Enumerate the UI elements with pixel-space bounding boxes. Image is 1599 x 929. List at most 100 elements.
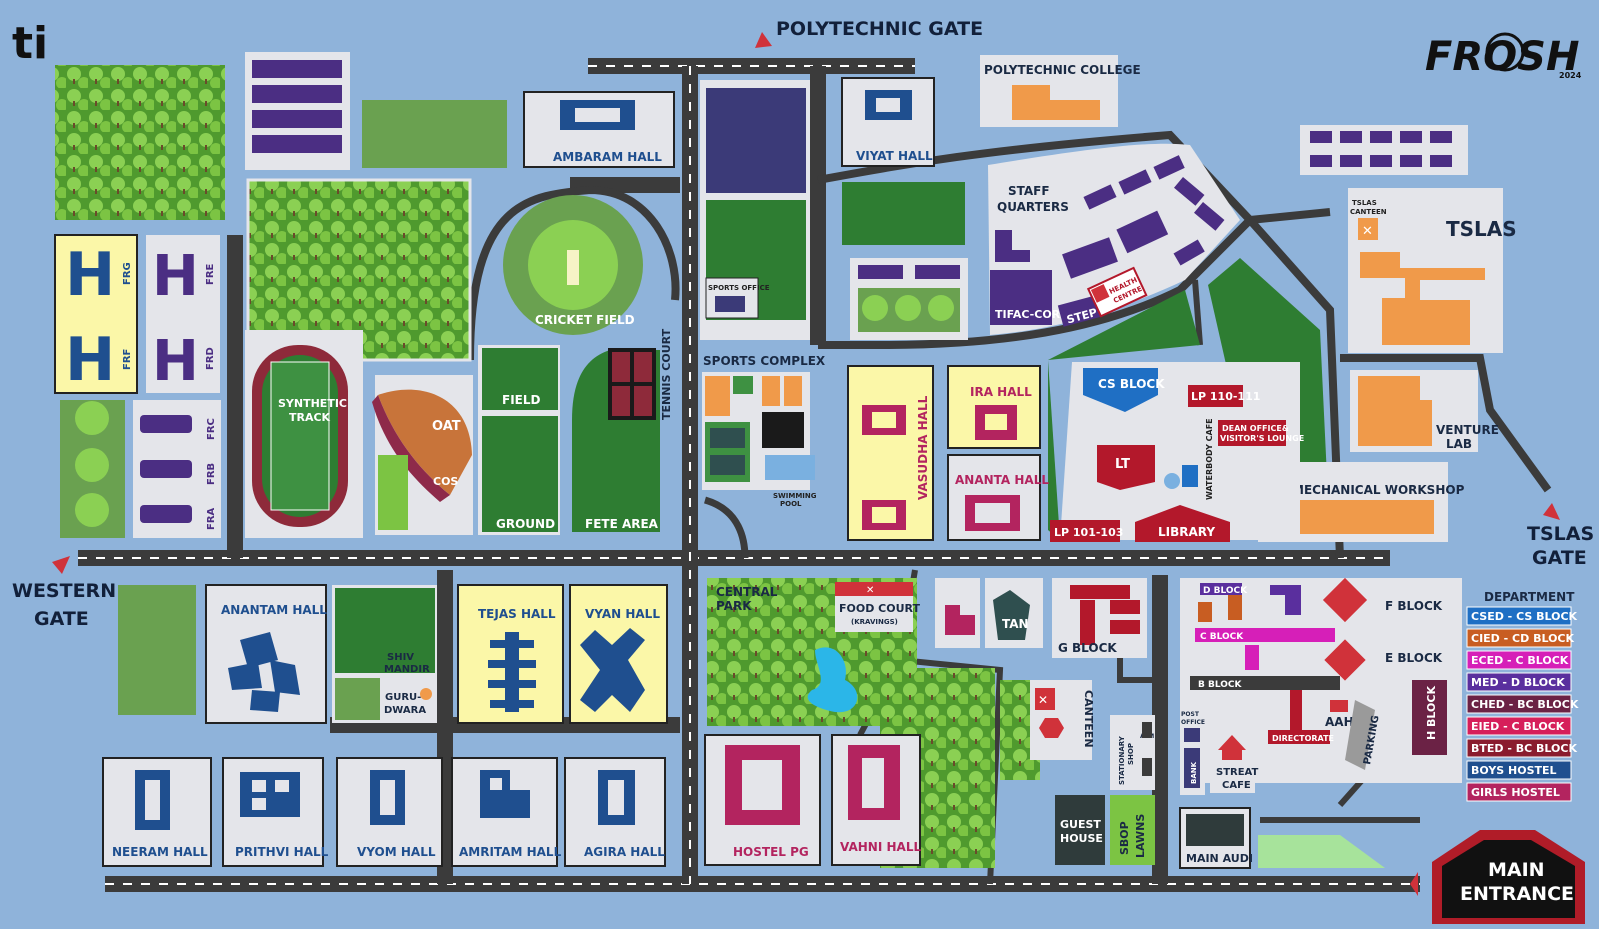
post-office-label-1: POST: [1181, 711, 1200, 718]
hostel-frd-icon: H: [152, 329, 199, 394]
academic-core: CS BLOCK LP 110-111 DEAN OFFICE& VISITOR…: [1050, 362, 1304, 542]
viyat-hall-label: VIYAT HALL: [856, 149, 933, 163]
staff-quarters: STAFF QUARTERS TIFAC-CORE STEP HEALTH CE…: [988, 143, 1240, 335]
tennis-court: TENNIS COURT: [608, 328, 673, 420]
legend: DEPARTMENT CSED - CS BLOCK CIED - CD BLOC…: [1466, 590, 1579, 802]
swimming-pool-label-1: SWIMMING: [773, 492, 817, 500]
legend-item: CSED - CS BLOCK: [1466, 606, 1578, 626]
lp-101-label: LP 101-103: [1054, 526, 1123, 539]
legend-item: GIRLS HOSTEL: [1466, 782, 1572, 802]
central-park-label-1: CENTRAL: [716, 585, 778, 599]
guest-house-label-1: GUEST: [1060, 818, 1101, 831]
legend-label: GIRLS HOSTEL: [1471, 786, 1560, 799]
shiv-mandir-label-1: SHIV: [387, 652, 414, 663]
guest-house: GUEST HOUSE: [1055, 795, 1105, 865]
kravings-label: (KRAVINGS): [851, 618, 898, 626]
hostel-pg-label: HOSTEL PG: [733, 845, 809, 859]
legend-label: BTED - BC BLOCK: [1471, 742, 1577, 755]
sbop-lawns: SBOP LAWNS: [1110, 795, 1155, 865]
vyom-hall-label: VYOM HALL: [357, 845, 436, 859]
fork-knife-icon: ✕: [1038, 693, 1048, 707]
grass-lawn: [362, 100, 507, 168]
post-office-bank: POST OFFICE BANK: [1180, 710, 1205, 795]
cs-block-label: CS BLOCK: [1098, 377, 1165, 391]
agira-hall: AGIRA HALL: [564, 757, 666, 867]
vyan-hall: VYAN HALL: [569, 584, 668, 724]
venture-lab-label-2: LAB: [1446, 437, 1472, 451]
staff-quarters-label-2: QUARTERS: [997, 200, 1069, 214]
legend-label: CSED - CS BLOCK: [1471, 610, 1578, 623]
legend-item: BTED - BC BLOCK: [1466, 738, 1577, 758]
shiv-mandir-area: SHIV MANDIR GURU- DWARA: [332, 585, 437, 723]
hostel-frf-icon: H: [65, 325, 115, 395]
viyat-hall: VIYAT HALL: [841, 77, 935, 167]
tslas-block: TSLAS CANTEEN ✕ TSLAS: [1348, 188, 1517, 353]
legend-label: EIED - C BLOCK: [1471, 720, 1565, 733]
shiv-mandir-label-2: MANDIR: [384, 664, 430, 675]
hostel-fre-frd-block: H FRE H FRD: [146, 235, 220, 394]
d-block-label: D BLOCK: [1203, 586, 1248, 596]
synthetic-track: SYNTHETIC TRACK: [245, 330, 363, 538]
g-block: G BLOCK: [1052, 578, 1147, 658]
legend-item: CIED - CD BLOCK: [1466, 628, 1574, 648]
tslas-label: TSLAS: [1446, 217, 1517, 241]
legend-item: CHED - BC BLOCK: [1466, 694, 1579, 714]
vahni-hall: VAHNI HALL: [831, 734, 921, 866]
bush-column: [60, 400, 125, 538]
sports-fields-top: SPORTS OFFICE: [700, 80, 810, 340]
streat-cafe-label-2: CAFE: [1222, 780, 1251, 791]
oat-label: OAT: [432, 419, 461, 434]
polytechnic-college-label: POLYTECHNIC COLLEGE: [984, 63, 1141, 77]
synthetic-track-label-2: TRACK: [289, 411, 331, 424]
gate-western-label-1: WESTERN: [12, 580, 116, 602]
swimming-pool: [765, 455, 815, 480]
streat-cafe: STREAT CAFE: [1210, 725, 1259, 793]
dean-office-label-1: DEAN OFFICE&: [1222, 424, 1289, 433]
sbop-lawns-label-1: SBOP: [1118, 821, 1131, 855]
sports-office-label: SPORTS OFFICE: [708, 284, 770, 292]
logo-frosh-year: 2024: [1559, 71, 1582, 80]
lt-label: LT: [1115, 457, 1130, 472]
hostel-pg: HOSTEL PG: [704, 734, 821, 866]
stationary-shop: STATIONARY SHOP ATM: [1110, 715, 1155, 790]
central-park-label-2: PARK: [716, 599, 752, 613]
legend-item: ECED - C BLOCK: [1466, 650, 1572, 670]
gate-marker-icon: [1543, 503, 1560, 520]
ira-hall-label: IRA HALL: [970, 385, 1032, 399]
tifac-core-label: TIFAC-CORE: [995, 308, 1068, 321]
gate-tslas-label-2: GATE: [1532, 547, 1587, 569]
main-entrance-label-2: ENTRANCE: [1460, 883, 1574, 905]
neeram-hall: NEERAM HALL: [102, 757, 212, 867]
tennis-court-label: TENNIS COURT: [660, 328, 673, 420]
food-court-label: FOOD COURT: [839, 602, 921, 615]
frb-label: FRB: [206, 463, 217, 485]
fete-area-label: FETE AREA: [585, 517, 659, 531]
cricket-field-label: CRICKET FIELD: [535, 313, 635, 327]
legend-label: BOYS HOSTEL: [1471, 764, 1557, 777]
vyan-hall-label: VYAN HALL: [585, 607, 660, 621]
b-block-label: B BLOCK: [1198, 680, 1243, 690]
fre-label: FRE: [205, 263, 216, 285]
fork-knife-icon: ✕: [1362, 224, 1373, 239]
khanda-icon: [420, 688, 432, 700]
logo-frosh: FROSH 2024: [1425, 32, 1582, 80]
legend-label: CHED - BC BLOCK: [1471, 698, 1579, 711]
gate-polytechnic: POLYTECHNIC GATE: [755, 18, 983, 48]
dean-office-label-2: VISITOR'S LOUNGE: [1220, 434, 1304, 443]
prithvi-hall-label: PRITHVI HALL: [235, 845, 329, 859]
waterbody: [1164, 473, 1180, 489]
agira-hall-label: AGIRA HALL: [584, 845, 665, 859]
logo-ti: ti: [12, 18, 48, 69]
h-block-label: H BLOCK: [1425, 686, 1438, 740]
canteen: ✕ CANTEEN: [1030, 680, 1095, 760]
gate-marker-icon: [755, 32, 772, 48]
ground-label: GROUND: [496, 517, 555, 531]
legend-item: EIED - C BLOCK: [1466, 716, 1572, 736]
ambaram-hall: AMBARAM HALL: [523, 91, 675, 168]
logo-ti-text: ti: [12, 18, 48, 69]
gurudwara-label-1: GURU-: [385, 692, 421, 703]
forest-area: [55, 65, 225, 220]
purple-building-top: [245, 52, 350, 170]
ira-hall: IRA HALL: [947, 365, 1041, 449]
vasudha-hall-label: VASUDHA HALL: [916, 395, 930, 500]
